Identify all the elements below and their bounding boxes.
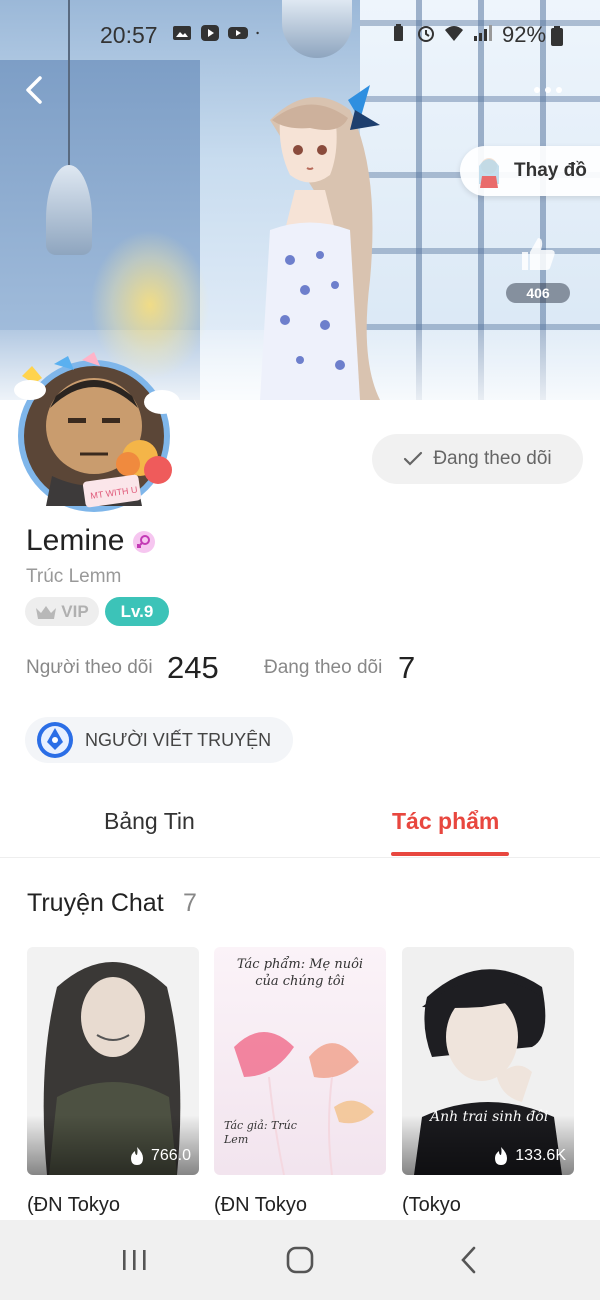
gender-female-icon [133,531,155,553]
story-card[interactable]: Tác phẩm: Mẹ nuôi của chúng tôi Tác giả:… [214,947,386,1175]
like-count: 406 [506,283,570,303]
video-app-icon [201,25,219,41]
dot-icon [256,31,259,35]
section-count: 7 [183,889,197,917]
change-outfit-button[interactable]: Thay đồ [460,146,600,196]
story-cover-text: Tác phẩm: Mẹ nuôi của chúng tôi [236,957,364,989]
card-shade [402,1115,574,1175]
username: Lemine [26,524,125,557]
crown-icon [36,605,57,619]
outfit-avatar-icon [479,158,499,188]
following-count[interactable]: 7 [398,650,415,686]
back-nav-icon[interactable] [454,1244,486,1276]
flower-illustration [234,1032,374,1175]
tab-news[interactable]: Bảng Tin [104,808,195,835]
tab-divider [0,857,600,858]
status-bar: 20:57 92% [0,18,600,52]
level-badge[interactable]: Lv.9 [105,597,169,626]
vip-badge[interactable]: VIP [25,597,99,626]
section-title: Truyện Chat [27,889,164,917]
vip-label: VIP [61,601,89,621]
notification-icons [172,24,264,42]
back-icon[interactable] [20,74,52,106]
more-icon[interactable] [534,80,574,100]
gallery-icon [173,26,191,40]
status-time: 20:57 [100,22,158,48]
signal-icon [474,25,492,41]
tab-works[interactable]: Tác phẩm [392,808,499,835]
handle: Trúc Lemm [26,566,122,587]
fire-icon [130,1147,143,1165]
story-title[interactable]: (ĐN Tokyo [214,1194,307,1217]
change-outfit-label: Thay đồ [514,160,587,181]
alarm-icon [418,26,434,42]
story-card[interactable]: Anh trai sinh đôi 133.6K [402,947,574,1175]
story-views-count: 766.0 [150,1147,191,1164]
battery-level: 92% [502,22,547,47]
followers-label[interactable]: Người theo dõi [26,657,153,679]
youtube-icon [228,27,248,39]
battery-icon [551,26,563,46]
writer-tag-label: NGƯỜI VIẾT TRUYỆN [85,729,272,750]
character-avatar [260,85,380,400]
fire-icon [495,1147,508,1165]
check-icon [404,451,423,466]
like-icon[interactable] [518,234,558,274]
writer-tag[interactable]: NGƯỜI VIẾT TRUYỆN [25,717,293,763]
story-cover-author: Tác giả: Trúc Lem [224,1119,297,1147]
story-title[interactable]: (Tokyo [402,1194,461,1217]
battery-saver-icon [394,24,403,41]
system-navigation-bar [0,1220,600,1300]
profile-banner: 20:57 92% Thay đồ 406 [0,0,600,400]
followers-count[interactable]: 245 [167,650,219,686]
story-views: 766.0 [129,1147,191,1165]
pen-icon [37,722,73,758]
story-card[interactable]: 766.0 [27,947,199,1175]
active-tab-indicator [391,852,509,856]
card-shade [27,1115,199,1175]
story-views-count: 133.6K [515,1147,566,1164]
following-button-label: Đang theo dõi [433,448,552,469]
recents-icon[interactable] [118,1244,150,1276]
story-title[interactable]: (ĐN Tokyo [27,1194,120,1217]
home-icon[interactable] [284,1244,316,1276]
story-views: 133.6K [493,1147,566,1165]
system-icons [388,24,492,42]
avatar[interactable]: MT WITH U [12,346,182,516]
profile-section: MT WITH U Đang theo dõi Lemine Trúc Lemm… [0,352,600,1220]
wifi-icon [445,26,463,41]
following-label[interactable]: Đang theo dõi [264,657,382,679]
following-button[interactable]: Đang theo dõi [372,434,583,484]
